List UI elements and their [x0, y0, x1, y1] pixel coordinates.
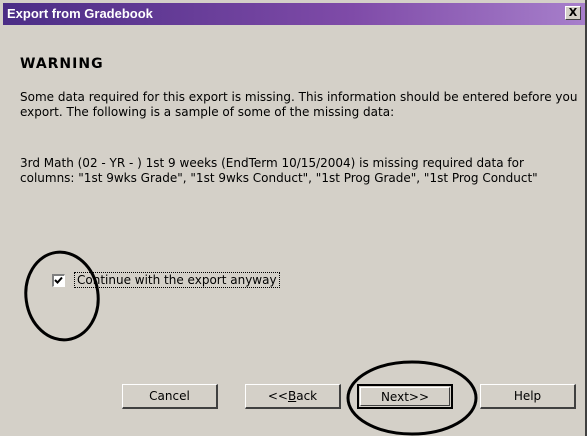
warning-heading: WARNING — [20, 56, 104, 72]
continue-export-label[interactable]: Continue with the export anyway — [74, 272, 280, 288]
missing-data-details: 3rd Math (02 - YR - ) 1st 9 weeks (EndTe… — [20, 156, 538, 185]
title-bar[interactable]: Export from Gradebook X — [3, 3, 585, 25]
next-button[interactable]: Next>> — [357, 384, 453, 409]
back-button[interactable]: <<Back — [245, 384, 341, 409]
cancel-button[interactable]: Cancel — [122, 384, 218, 409]
close-button[interactable]: X — [565, 6, 581, 20]
continue-export-checkbox[interactable] — [52, 274, 65, 287]
back-button-prefix: << — [267, 389, 288, 403]
close-icon: X — [568, 6, 578, 19]
warning-message: Some data required for this export is mi… — [20, 90, 578, 119]
back-button-rest: ack — [296, 389, 318, 403]
back-button-mnemonic: B — [287, 389, 297, 403]
checkmark-icon — [54, 276, 63, 284]
next-button-label: Next>> — [380, 390, 430, 404]
help-button[interactable]: Help — [480, 384, 576, 409]
window-title: Export from Gradebook — [7, 6, 153, 21]
export-dialog: Export from Gradebook X WARNING Some dat… — [0, 0, 587, 436]
